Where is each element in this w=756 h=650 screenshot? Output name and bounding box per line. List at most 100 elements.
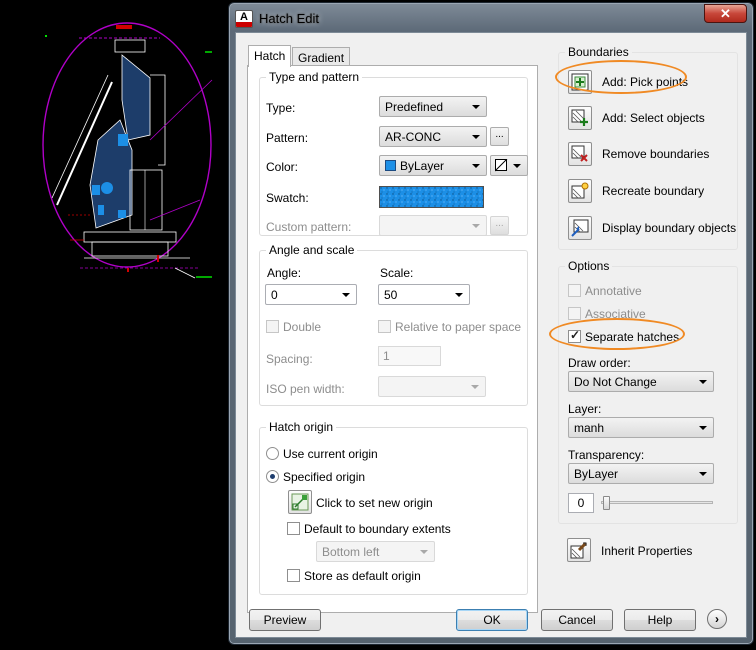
- angle-and-scale-label: Angle and scale: [266, 243, 358, 257]
- remove-boundaries-button[interactable]: [568, 142, 592, 166]
- cancel-button[interactable]: Cancel: [541, 609, 613, 631]
- specified-origin-radio[interactable]: [266, 470, 279, 483]
- associative-checkbox[interactable]: [568, 307, 581, 320]
- chevron-down-icon: [471, 385, 479, 389]
- angle-dropdown[interactable]: 0: [265, 284, 357, 305]
- type-and-pattern-label: Type and pattern: [266, 70, 363, 84]
- pick-points-icon: [571, 73, 589, 91]
- color-swatch-icon: [385, 160, 396, 171]
- spacing-label: Spacing:: [266, 352, 313, 366]
- layer-dropdown[interactable]: manh: [568, 417, 714, 438]
- chevron-down-icon: [455, 293, 463, 297]
- display-boundary-objects-label: Display boundary objects: [602, 221, 737, 235]
- hatch-origin-label: Hatch origin: [266, 420, 337, 434]
- separate-hatches-checkbox[interactable]: ✓: [568, 328, 581, 343]
- custom-pattern-browse-button[interactable]: ...: [490, 216, 509, 235]
- color-label: Color:: [266, 160, 299, 174]
- chevron-down-icon: [420, 550, 428, 554]
- background-color-dropdown[interactable]: [490, 155, 528, 176]
- transparency-value-input[interactable]: 0: [568, 493, 594, 513]
- iso-pen-width-label: ISO pen width:: [266, 382, 345, 396]
- inherit-properties-icon: [570, 541, 588, 559]
- add-select-objects-button[interactable]: [568, 106, 592, 130]
- inherit-properties-label: Inherit Properties: [601, 544, 693, 558]
- recreate-boundary-label: Recreate boundary: [602, 184, 705, 198]
- default-boundary-extents-checkbox[interactable]: [287, 522, 300, 535]
- boundaries-group: Boundaries Add: Pick points Add: Select …: [558, 45, 738, 250]
- store-default-origin-label: Store as default origin: [304, 569, 421, 583]
- more-options-button[interactable]: ›: [707, 609, 727, 629]
- remove-boundaries-label: Remove boundaries: [602, 147, 710, 161]
- chevron-right-icon: ›: [715, 612, 719, 626]
- no-fill-icon: [494, 158, 508, 172]
- associative-label: Associative: [585, 307, 646, 321]
- display-boundary-icon: [571, 219, 589, 237]
- annotative-checkbox[interactable]: [568, 284, 581, 297]
- custom-pattern-dropdown[interactable]: [379, 215, 487, 236]
- double-checkbox[interactable]: [266, 320, 279, 333]
- transparency-dropdown[interactable]: ByLayer: [568, 463, 714, 484]
- hatch-tab-panel: Type and pattern Type: Predefined Patter…: [247, 65, 538, 613]
- window-title: Hatch Edit: [259, 11, 319, 26]
- hatch-edit-dialog: A Hatch Edit ✕ Hatch Gradient Type and p…: [228, 2, 754, 645]
- swatch-label: Swatch:: [266, 191, 309, 205]
- draw-order-dropdown[interactable]: Do Not Change: [568, 371, 714, 392]
- transparency-label: Transparency:: [568, 448, 645, 462]
- pattern-dropdown[interactable]: AR-CONC: [379, 126, 487, 147]
- add-select-objects-label: Add: Select objects: [602, 111, 705, 125]
- inherit-properties-button[interactable]: [567, 538, 591, 562]
- pattern-swatch-preview[interactable]: [379, 186, 484, 208]
- store-default-origin-checkbox[interactable]: [287, 569, 300, 582]
- boundaries-label: Boundaries: [565, 45, 632, 59]
- chevron-down-icon: [472, 135, 480, 139]
- remove-boundaries-icon: [571, 145, 588, 162]
- set-new-origin-label: Click to set new origin: [316, 496, 433, 510]
- recreate-boundary-icon: [571, 182, 589, 199]
- help-button[interactable]: Help: [624, 609, 696, 631]
- specified-origin-label: Specified origin: [283, 470, 366, 484]
- layer-label: Layer:: [568, 402, 602, 416]
- chevron-down-icon: [699, 426, 707, 430]
- draw-order-label: Draw order:: [568, 356, 631, 370]
- chevron-down-icon: [472, 224, 480, 228]
- title-bar[interactable]: A Hatch Edit ✕: [229, 3, 753, 33]
- set-origin-button[interactable]: [288, 490, 312, 514]
- select-objects-icon: [571, 109, 588, 126]
- autocad-app-icon: A: [235, 10, 253, 28]
- origin-position-dropdown[interactable]: Bottom left: [316, 541, 435, 562]
- spacing-input[interactable]: 1: [378, 346, 441, 366]
- iso-pen-width-dropdown[interactable]: [378, 376, 486, 397]
- separate-hatches-label: Separate hatches: [585, 330, 680, 344]
- dialog-client-area: Hatch Gradient Type and pattern Type: Pr…: [235, 32, 747, 638]
- double-label: Double: [283, 320, 322, 334]
- close-icon: ✕: [720, 6, 731, 21]
- tab-hatch[interactable]: Hatch: [248, 45, 292, 67]
- tab-gradient[interactable]: Gradient: [292, 47, 351, 67]
- add-pick-points-label: Add: Pick points: [602, 75, 689, 89]
- scale-label: Scale:: [380, 266, 414, 280]
- chevron-down-icon: [699, 380, 707, 384]
- chevron-down-icon: [472, 164, 480, 168]
- type-dropdown[interactable]: Predefined: [379, 96, 487, 117]
- chevron-down-icon: [342, 293, 350, 297]
- recreate-boundary-button[interactable]: [568, 179, 592, 203]
- options-label: Options: [565, 259, 613, 273]
- custom-pattern-label: Custom pattern:: [266, 220, 352, 234]
- hatch-origin-group: Hatch origin Use current origin Specifie…: [259, 420, 528, 595]
- add-pick-points-button[interactable]: [568, 70, 592, 94]
- cad-drawing-canvas[interactable]: [0, 0, 235, 650]
- chevron-down-icon: [699, 472, 707, 476]
- chevron-down-icon: [472, 105, 480, 109]
- transparency-slider-thumb[interactable]: [603, 496, 610, 510]
- transparency-slider-track[interactable]: [601, 501, 713, 504]
- preview-button[interactable]: Preview: [249, 609, 321, 631]
- use-current-origin-radio[interactable]: [266, 447, 279, 460]
- relative-paper-space-checkbox[interactable]: [378, 320, 391, 333]
- display-boundary-objects-button[interactable]: [568, 216, 592, 240]
- ok-button[interactable]: OK: [456, 609, 528, 631]
- close-button[interactable]: ✕: [704, 4, 747, 23]
- scale-dropdown[interactable]: 50: [378, 284, 470, 305]
- pattern-browse-button[interactable]: ...: [490, 127, 509, 146]
- angle-label: Angle:: [267, 266, 302, 280]
- color-dropdown[interactable]: ByLayer: [379, 155, 487, 176]
